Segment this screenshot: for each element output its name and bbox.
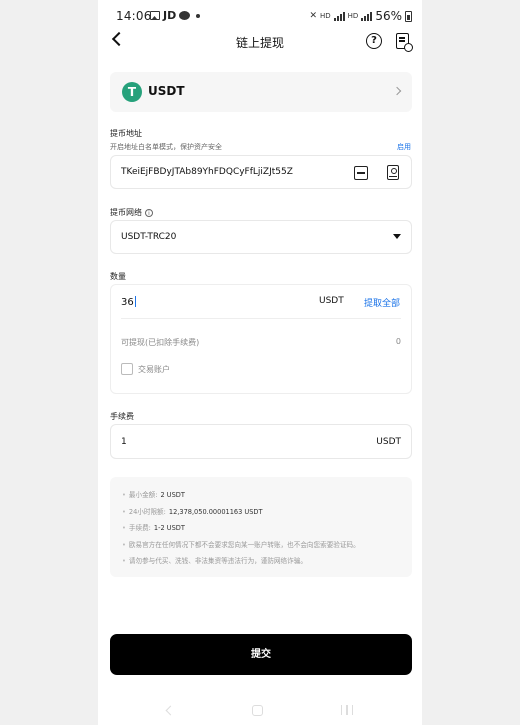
quantity-input[interactable]: 36 xyxy=(121,296,136,308)
more-dot-icon xyxy=(196,13,201,18)
note-warning-1: 欧易官方在任何情况下都不会要求您向某一账户转账，也不会向您索要验证码。 xyxy=(122,537,400,554)
note-warning-2: 请勿参与代买、洗钱、非法集资等违法行为，谨防网络诈骗。 xyxy=(122,553,400,570)
scan-icon[interactable] xyxy=(354,166,368,180)
phone-screen: 14:06 JD ✕ HD HD 56% 链上提现 ? T USDT 提币地址 … xyxy=(98,0,422,725)
battery-percent: 56% xyxy=(375,9,402,23)
chevron-right-icon xyxy=(392,86,402,96)
records-icon[interactable] xyxy=(396,33,413,52)
withdraw-all-button[interactable]: 提取全部 xyxy=(364,296,400,309)
address-book-icon[interactable] xyxy=(387,165,399,180)
signal-icon-2 xyxy=(361,11,373,21)
quantity-value: 36 xyxy=(121,297,134,308)
trading-account-label[interactable]: 交易账户 xyxy=(138,364,170,375)
note-min-amount: 最小金额:2 USDT xyxy=(122,487,400,504)
quantity-label: 数量 xyxy=(110,272,126,281)
jd-icon: JD xyxy=(163,9,177,22)
quantity-unit: USDT xyxy=(319,296,344,306)
help-icon[interactable]: ? xyxy=(366,33,382,49)
address-label: 提币地址 xyxy=(110,129,142,138)
divider xyxy=(121,318,401,319)
fee-value: 1 xyxy=(121,437,127,447)
mute-icon: ✕ xyxy=(309,11,318,21)
note-fee: 手续费:1-2 USDT xyxy=(122,520,400,537)
notification-icons: JD xyxy=(150,9,201,22)
nav-home-icon[interactable] xyxy=(252,704,263,716)
text-cursor xyxy=(134,296,136,307)
submit-button[interactable]: 提交 xyxy=(110,634,412,675)
caret-down-icon xyxy=(393,234,401,239)
system-nav-bar xyxy=(98,695,422,725)
status-bar: 14:06 JD ✕ HD HD 56% xyxy=(98,0,422,32)
notes-box: 最小金额:2 USDT 24小时限额:12,378,050.00001163 U… xyxy=(110,477,412,577)
quantity-box: 36 USDT 提取全部 可提现(已扣除手续费) 0 交易账户 xyxy=(110,284,412,394)
header: 链上提现 ? xyxy=(98,30,422,54)
nav-recents-icon[interactable] xyxy=(341,705,353,715)
enable-whitelist-link[interactable]: 启用 xyxy=(397,142,411,152)
network-select[interactable]: USDT-TRC20 xyxy=(110,220,412,254)
coin-name: USDT xyxy=(148,84,185,98)
fee-field: 1 USDT xyxy=(110,424,412,459)
hd-label-1: HD xyxy=(320,12,331,20)
hd-label-2: HD xyxy=(347,12,359,20)
battery-icon xyxy=(405,10,412,22)
network-label: 提币网络 xyxy=(110,208,142,217)
network-value: USDT-TRC20 xyxy=(121,232,177,242)
note-daily-limit: 24小时限额:12,378,050.00001163 USDT xyxy=(122,504,400,521)
available-label: 可提现(已扣除手续费) xyxy=(121,338,200,347)
address-field[interactable]: TKeiEjFBDyJTAb89YhFDQCyFfLjiZJt55Z xyxy=(110,155,412,189)
usdt-logo-icon: T xyxy=(122,82,142,102)
trading-account-checkbox[interactable] xyxy=(121,363,133,375)
status-time: 14:06 xyxy=(116,9,152,23)
nav-back-icon[interactable] xyxy=(165,705,176,715)
signal-icon xyxy=(333,11,345,21)
address-value: TKeiEjFBDyJTAb89YhFDQCyFfLjiZJt55Z xyxy=(121,167,293,177)
whitelist-hint: 开启地址白名单模式，保护资产安全 xyxy=(110,143,222,151)
gallery-icon xyxy=(150,11,160,20)
info-icon[interactable]: i xyxy=(145,208,153,217)
coin-selector[interactable]: T USDT xyxy=(110,72,412,112)
chat-icon xyxy=(179,11,191,20)
system-icons: ✕ HD HD 56% xyxy=(309,9,412,23)
available-value: 0 xyxy=(395,337,401,346)
fee-unit: USDT xyxy=(376,437,401,447)
fee-label: 手续费 xyxy=(110,412,134,421)
network-label-wrap: 提币网络 i xyxy=(110,207,153,218)
